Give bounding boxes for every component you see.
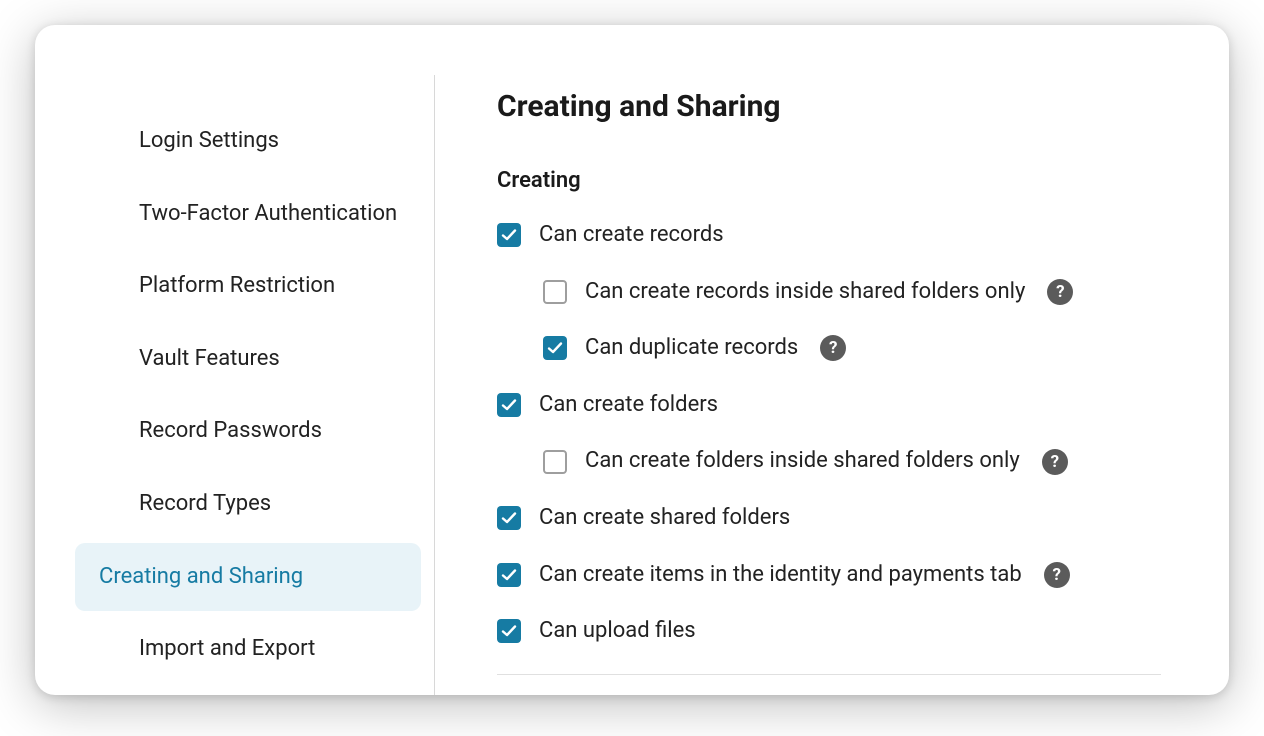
help-icon[interactable]: ?	[820, 335, 846, 361]
option-upload-files: Can upload files	[497, 617, 1161, 646]
checkbox-create-folders[interactable]	[497, 393, 521, 417]
option-create-identity-payments: Can create items in the identity and pay…	[497, 561, 1161, 590]
option-label: Can create shared folders	[539, 504, 790, 533]
checkbox-duplicate-records[interactable]	[543, 336, 567, 360]
option-label: Can create records	[539, 221, 724, 250]
option-create-records: Can create records	[497, 221, 1161, 250]
option-label: Can duplicate records	[585, 334, 798, 363]
option-label: Can create records inside shared folders…	[585, 278, 1025, 307]
help-icon[interactable]: ?	[1042, 449, 1068, 475]
checkbox-create-identity-payments[interactable]	[497, 563, 521, 587]
page-title: Creating and Sharing	[497, 89, 1161, 124]
sidebar-item-record-types[interactable]: Record Types	[75, 470, 421, 539]
option-label: Can create items in the identity and pay…	[539, 561, 1022, 590]
sidebar-item-two-factor[interactable]: Two-Factor Authentication	[75, 180, 421, 249]
sidebar-item-platform-restriction[interactable]: Platform Restriction	[75, 252, 421, 321]
checkbox-create-records[interactable]	[497, 223, 521, 247]
divider	[497, 674, 1161, 675]
checkbox-upload-files[interactable]	[497, 619, 521, 643]
checkbox-create-shared-folders[interactable]	[497, 506, 521, 530]
help-icon[interactable]: ?	[1047, 279, 1073, 305]
check-icon	[547, 340, 563, 356]
option-create-folders: Can create folders	[497, 391, 1161, 420]
help-icon[interactable]: ?	[1044, 562, 1070, 588]
option-create-shared-folders: Can create shared folders	[497, 504, 1161, 533]
checkbox-create-records-shared-only[interactable]	[543, 280, 567, 304]
sidebar-item-record-passwords[interactable]: Record Passwords	[75, 397, 421, 466]
section-creating-title: Creating	[497, 168, 1161, 193]
sidebar-item-import-export[interactable]: Import and Export	[75, 615, 421, 684]
check-icon	[501, 567, 517, 583]
settings-card: Login Settings Two-Factor Authentication…	[35, 25, 1229, 695]
check-icon	[501, 623, 517, 639]
option-label: Can create folders	[539, 391, 718, 420]
checkbox-create-folders-shared-only[interactable]	[543, 450, 567, 474]
settings-sidebar: Login Settings Two-Factor Authentication…	[35, 25, 435, 695]
check-icon	[501, 510, 517, 526]
option-label: Can upload files	[539, 617, 696, 646]
option-label: Can create folders inside shared folders…	[585, 447, 1020, 476]
check-icon	[501, 227, 517, 243]
main-panel: Creating and Sharing Creating Can create…	[435, 25, 1229, 695]
sidebar-item-vault-features[interactable]: Vault Features	[75, 325, 421, 394]
sidebar-item-keeperfill[interactable]: KeeperFill	[75, 688, 421, 695]
sidebar-item-creating-sharing[interactable]: Creating and Sharing	[75, 543, 421, 612]
option-create-records-shared-only: Can create records inside shared folders…	[543, 278, 1161, 307]
option-duplicate-records: Can duplicate records ?	[543, 334, 1161, 363]
check-icon	[501, 397, 517, 413]
option-create-folders-shared-only: Can create folders inside shared folders…	[543, 447, 1161, 476]
sidebar-item-login-settings[interactable]: Login Settings	[75, 107, 421, 176]
